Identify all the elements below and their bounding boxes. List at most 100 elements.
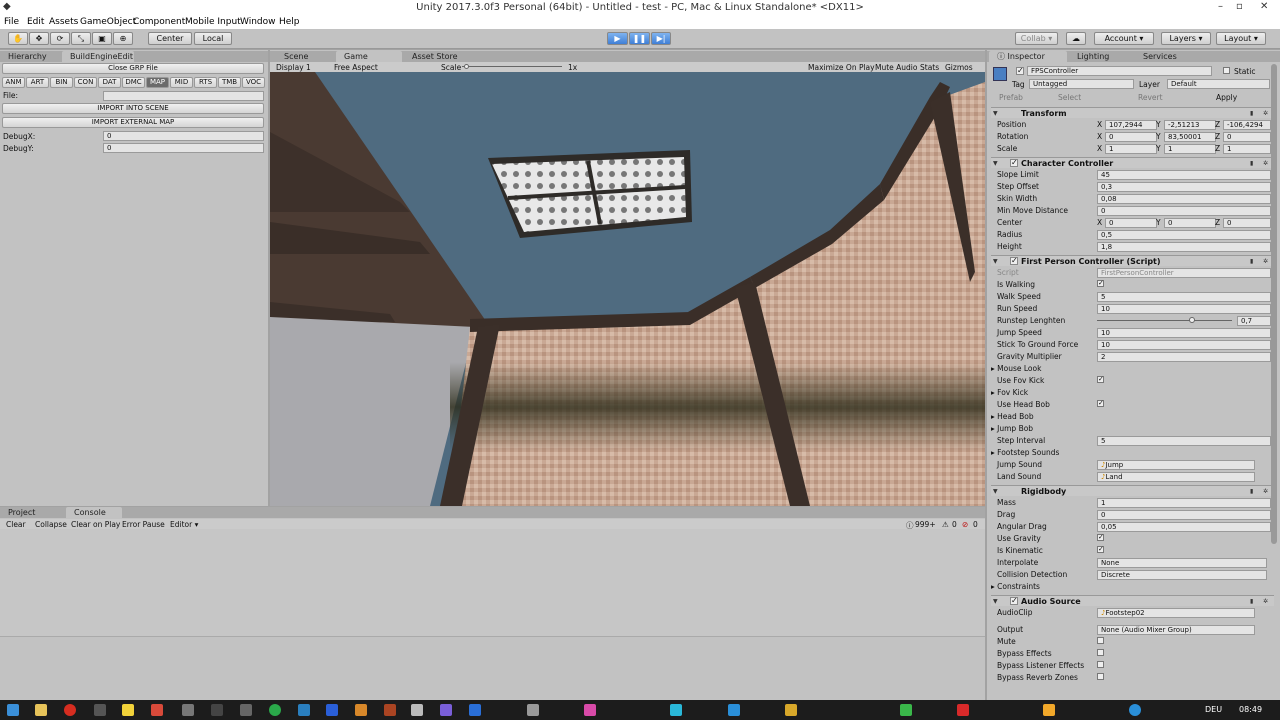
gear-icon[interactable]: ✲: [1263, 110, 1268, 117]
tag-dropdown[interactable]: Untagged: [1029, 79, 1134, 89]
audio-source-header[interactable]: ▼ ✓ Audio Source ▮ ✲: [991, 595, 1274, 606]
scale-slider-track[interactable]: [462, 66, 562, 67]
rotation-x-field[interactable]: 0: [1105, 132, 1157, 142]
tab-hierarchy[interactable]: Hierarchy: [0, 51, 60, 62]
debugy-field[interactable]: 0: [103, 143, 264, 153]
menu-help[interactable]: Help: [279, 17, 300, 27]
rotate-tool-icon[interactable]: ⟳: [50, 32, 70, 45]
scale-x-field[interactable]: 1: [1105, 144, 1157, 154]
book-icon[interactable]: ▮: [1250, 598, 1253, 605]
console-collapse-button[interactable]: Collapse: [35, 520, 67, 529]
inspector-scrollbar[interactable]: [1271, 64, 1277, 544]
minimize-icon[interactable]: –: [1218, 1, 1223, 12]
prefab-select-button[interactable]: Select: [1058, 93, 1081, 102]
category-mid-button[interactable]: MID: [170, 77, 193, 88]
run-speed-field[interactable]: 10: [1097, 304, 1271, 314]
position-z-field[interactable]: -106,4294: [1223, 120, 1271, 130]
app-icon[interactable]: [326, 704, 338, 716]
jump-bob-foldout[interactable]: ▸ Jump Bob: [991, 424, 1033, 433]
component-enabled-checkbox[interactable]: ✓: [1010, 597, 1018, 605]
opera-icon[interactable]: [64, 704, 76, 716]
use-head-bob-checkbox[interactable]: ✓: [1097, 400, 1104, 407]
book-icon[interactable]: ▮: [1250, 110, 1253, 117]
tab-inspector[interactable]: ⓘ Inspector: [989, 51, 1067, 62]
app-icon[interactable]: [527, 704, 539, 716]
menu-window[interactable]: Window: [240, 17, 276, 27]
file-dropdown[interactable]: [103, 91, 264, 101]
app-icon[interactable]: [900, 704, 912, 716]
app-icon[interactable]: [94, 704, 106, 716]
pivot-local-button[interactable]: Local: [194, 32, 232, 45]
component-enabled-checkbox[interactable]: ✓: [1010, 159, 1018, 167]
app-icon[interactable]: [1129, 704, 1141, 716]
gravity-multiplier-field[interactable]: 2: [1097, 352, 1271, 362]
scale-tool-icon[interactable]: ⤡: [71, 32, 91, 45]
rotation-z-field[interactable]: 0: [1223, 132, 1271, 142]
gear-icon[interactable]: ✲: [1263, 488, 1268, 495]
prefab-revert-button[interactable]: Revert: [1138, 93, 1163, 102]
script-field[interactable]: FirstPersonController: [1097, 268, 1271, 278]
tab-lighting[interactable]: Lighting: [1069, 51, 1135, 62]
scale-slider-thumb[interactable]: [464, 64, 469, 69]
bypass-listener-effects-checkbox[interactable]: [1097, 661, 1104, 668]
app-icon[interactable]: [298, 704, 310, 716]
mouse-look-foldout[interactable]: ▸ Mouse Look: [991, 364, 1041, 373]
scale-z-field[interactable]: 1: [1223, 144, 1271, 154]
warning-icon[interactable]: ⚠: [942, 520, 949, 529]
radius-field[interactable]: 0,5: [1097, 230, 1271, 240]
interpolate-dropdown[interactable]: None: [1097, 558, 1267, 568]
tab-game[interactable]: Game: [336, 51, 402, 62]
footstep-sounds-foldout[interactable]: ▸ Footstep Sounds: [991, 448, 1059, 457]
debugx-field[interactable]: 0: [103, 131, 264, 141]
collision-detection-dropdown[interactable]: Discrete: [1097, 570, 1267, 580]
gear-icon[interactable]: ✲: [1263, 160, 1268, 167]
app-icon[interactable]: [785, 704, 797, 716]
console-editor-dropdown[interactable]: Editor ▾: [170, 520, 198, 529]
book-icon[interactable]: ▮: [1250, 160, 1253, 167]
console-log-list[interactable]: [0, 529, 985, 637]
transform-header[interactable]: ▼ Transform ▮ ✲: [991, 107, 1274, 118]
close-grp-button[interactable]: Close GRP File: [2, 63, 264, 74]
jump-sound-field[interactable]: ♪Jump: [1097, 460, 1255, 470]
position-x-field[interactable]: 107,2944: [1105, 120, 1157, 130]
step-button[interactable]: ▶|: [651, 32, 671, 45]
menu-gameobject[interactable]: GameObject: [80, 17, 136, 27]
rigidbody-header[interactable]: ▼ Rigidbody ▮ ✲: [991, 485, 1274, 496]
category-tmb-button[interactable]: TMB: [218, 77, 241, 88]
play-button[interactable]: ▶: [607, 32, 628, 45]
category-rts-button[interactable]: RTS: [194, 77, 217, 88]
cloud-icon[interactable]: ☁: [1066, 32, 1086, 45]
gear-icon[interactable]: ✲: [1263, 598, 1268, 605]
app-icon[interactable]: [355, 704, 367, 716]
bypass-reverb-zones-checkbox[interactable]: [1097, 673, 1104, 680]
height-field[interactable]: 1,8: [1097, 242, 1271, 252]
mass-field[interactable]: 1: [1097, 498, 1271, 508]
menu-mobile-input[interactable]: Mobile Input: [185, 17, 241, 27]
console-clear-button[interactable]: Clear: [6, 520, 26, 529]
position-y-field[interactable]: -2,51213: [1164, 120, 1216, 130]
error-icon[interactable]: ⊘: [962, 520, 968, 529]
rotation-y-field[interactable]: 83,50001: [1164, 132, 1216, 142]
jump-speed-field[interactable]: 10: [1097, 328, 1271, 338]
runstep-value-field[interactable]: 0,7: [1237, 316, 1271, 326]
use-gravity-checkbox[interactable]: ✓: [1097, 534, 1104, 541]
head-bob-foldout[interactable]: ▸ Head Bob: [991, 412, 1034, 421]
category-map-button[interactable]: MAP: [146, 77, 169, 88]
pivot-center-button[interactable]: Center: [148, 32, 192, 45]
maximize-on-play-toggle[interactable]: Maximize On Play: [808, 63, 875, 72]
app-icon[interactable]: [151, 704, 163, 716]
app-icon[interactable]: [384, 704, 396, 716]
category-con-button[interactable]: CON: [74, 77, 97, 88]
skin-width-field[interactable]: 0,08: [1097, 194, 1271, 204]
import-external-map-button[interactable]: IMPORT EXTERNAL MAP: [2, 117, 264, 128]
center-x-field[interactable]: 0: [1105, 218, 1157, 228]
game-viewport[interactable]: [270, 72, 985, 506]
is-walking-checkbox[interactable]: ✓: [1097, 280, 1104, 287]
mute-audio-toggle[interactable]: Mute Audio: [875, 63, 917, 72]
layout-dropdown[interactable]: Layout ▾: [1216, 32, 1266, 45]
prefab-apply-button[interactable]: Apply: [1216, 93, 1237, 102]
runstep-slider-track[interactable]: [1097, 320, 1232, 321]
expand-arrow-icon[interactable]: ▼: [993, 258, 998, 265]
app-icon[interactable]: [469, 704, 481, 716]
account-dropdown[interactable]: Account ▾: [1094, 32, 1154, 45]
